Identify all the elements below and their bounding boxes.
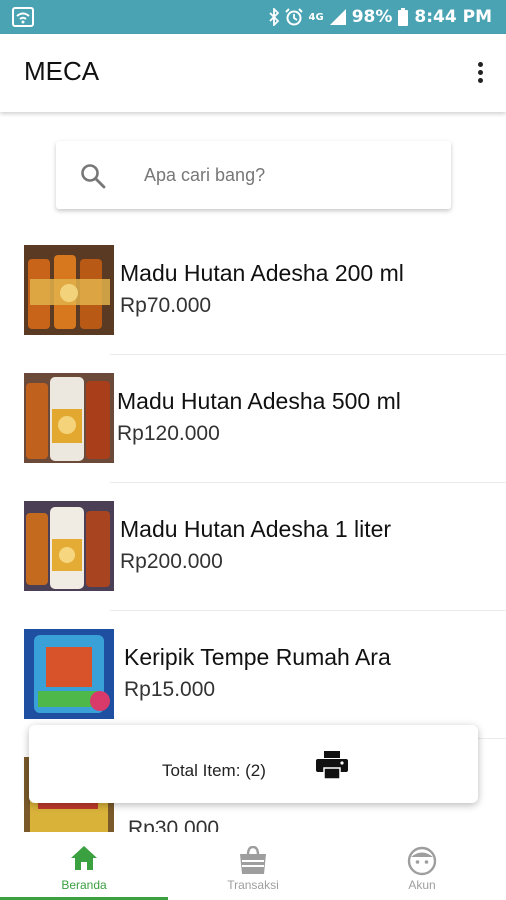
network-type: 4G: [308, 11, 324, 23]
alarm-icon: [284, 8, 303, 26]
product-name: Madu Hutan Adesha 1 liter: [120, 516, 392, 542]
tab-transaksi[interactable]: Transaksi: [169, 832, 337, 900]
tab-label: Akun: [408, 878, 436, 892]
face-icon: [407, 846, 437, 876]
tab-akun[interactable]: Akun: [338, 832, 506, 900]
product-item[interactable]: Madu Hutan Adesha 1 liter Rp200.000: [0, 496, 506, 624]
more-vertical-icon[interactable]: [474, 62, 486, 86]
divider: [110, 610, 506, 611]
home-icon: [71, 846, 97, 870]
divider: [110, 354, 506, 355]
printer-icon[interactable]: [316, 751, 348, 779]
product-price: Rp70.000: [120, 294, 212, 317]
total-item-label: Total Item: (2): [162, 761, 266, 780]
bluetooth-icon: [268, 8, 279, 26]
app-title: MECA: [24, 56, 100, 86]
search-input[interactable]: [144, 159, 434, 191]
tab-beranda[interactable]: Beranda: [0, 832, 168, 900]
bottom-navigation: Beranda Transaksi Akun: [0, 832, 506, 900]
shopping-bag-icon: [240, 846, 266, 874]
app-bar: MECA: [0, 34, 506, 112]
product-image: [24, 629, 114, 719]
tab-label: Transaksi: [227, 878, 279, 892]
signal-icon: [329, 9, 346, 25]
divider: [110, 482, 506, 483]
cart-summary-card[interactable]: Total Item: (2): [29, 725, 478, 803]
product-item[interactable]: Madu Hutan Adesha 200 ml Rp70.000: [0, 240, 506, 368]
product-name: Madu Hutan Adesha 200 ml: [120, 260, 404, 286]
product-name: Keripik Tempe Rumah Ara: [124, 644, 391, 670]
product-price: Rp200.000: [120, 550, 223, 573]
clock-time: 8:44 PM: [414, 7, 492, 27]
status-bar: 4G 98% 8:44 PM: [0, 0, 506, 34]
product-price: Rp120.000: [117, 422, 220, 445]
search-icon: [81, 164, 106, 189]
battery-icon: [398, 8, 409, 26]
wifi-status-icon: [12, 7, 34, 27]
product-image: [24, 373, 114, 463]
product-price: Rp15.000: [124, 678, 216, 701]
search-box[interactable]: [56, 141, 451, 209]
product-image: [24, 245, 114, 335]
product-image: [24, 501, 114, 591]
battery-percent: 98%: [351, 7, 393, 27]
product-item[interactable]: Madu Hutan Adesha 500 ml Rp120.000: [0, 368, 506, 496]
tab-label: Beranda: [61, 878, 107, 892]
product-name: Madu Hutan Adesha 500 ml: [117, 388, 401, 414]
